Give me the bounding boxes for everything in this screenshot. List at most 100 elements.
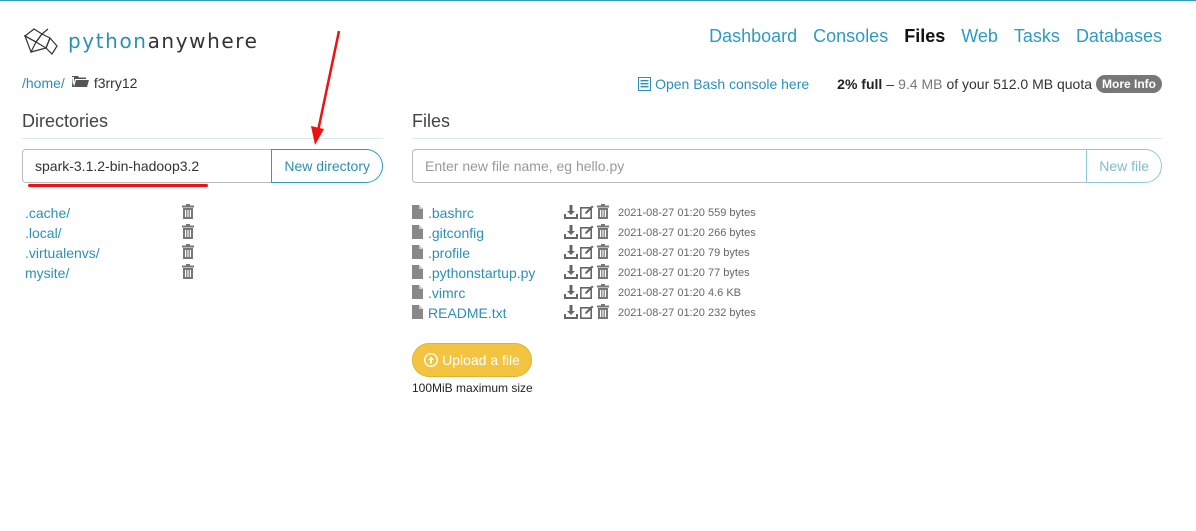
edit-icon[interactable] bbox=[580, 205, 594, 222]
file-link[interactable]: .profile bbox=[428, 245, 470, 261]
trash-icon[interactable] bbox=[181, 264, 195, 282]
file-actions bbox=[564, 304, 618, 322]
new-directory-button[interactable]: New directory bbox=[271, 149, 383, 183]
file-name-cell: .vimrc bbox=[412, 284, 564, 302]
nav-consoles[interactable]: Consoles bbox=[813, 26, 888, 47]
console-icon bbox=[638, 77, 652, 91]
file-size: 79 bytes bbox=[708, 247, 750, 259]
file-link[interactable]: .pythonstartup.py bbox=[428, 265, 535, 281]
table-row: .vimrc 2021-08-27 01:20 4.6 KB bbox=[412, 283, 832, 303]
quota-percent: 2% full bbox=[837, 76, 883, 92]
file-size: 232 bytes bbox=[708, 307, 756, 319]
nav-files[interactable]: Files bbox=[904, 26, 945, 47]
file-list: .bashrc 2021-08-27 01:20 559 bytes .gitconf… bbox=[412, 203, 832, 323]
upload-file-button[interactable]: Upload a file bbox=[412, 343, 532, 377]
file-icon bbox=[412, 204, 423, 222]
quota-used: 9.4 MB bbox=[898, 76, 943, 92]
edit-icon[interactable] bbox=[580, 265, 594, 282]
download-icon[interactable] bbox=[564, 264, 578, 282]
upload-icon bbox=[424, 353, 439, 367]
list-item: mysite/ bbox=[25, 263, 195, 283]
file-actions bbox=[564, 244, 618, 262]
nav-databases[interactable]: Databases bbox=[1076, 26, 1162, 47]
quota-total: of your 512.0 MB quota bbox=[946, 76, 1092, 92]
edit-icon[interactable] bbox=[580, 225, 594, 242]
trash-icon[interactable] bbox=[596, 264, 610, 282]
red-arrow-annotation bbox=[311, 30, 341, 145]
download-icon[interactable] bbox=[564, 284, 578, 302]
file-name-cell: .profile bbox=[412, 244, 564, 262]
file-date: 2021-08-27 01:20 bbox=[618, 227, 705, 239]
file-link[interactable]: .bashrc bbox=[428, 205, 474, 221]
trash-icon[interactable] bbox=[596, 244, 610, 262]
directory-link[interactable]: .local/ bbox=[25, 225, 62, 241]
file-name-input[interactable] bbox=[412, 149, 1087, 183]
directory-link[interactable]: .virtualenvs/ bbox=[25, 245, 100, 261]
bash-link-label: Open Bash console here bbox=[655, 76, 810, 92]
file-actions bbox=[564, 224, 618, 242]
file-date: 2021-08-27 01:20 bbox=[618, 207, 705, 219]
new-directory-form: New directory bbox=[22, 149, 383, 183]
new-file-form: New file bbox=[412, 149, 1162, 183]
file-icon bbox=[412, 284, 423, 302]
more-info-badge[interactable]: More Info bbox=[1096, 75, 1162, 93]
edit-icon[interactable] bbox=[580, 245, 594, 262]
trash-icon[interactable] bbox=[181, 204, 195, 222]
new-file-button[interactable]: New file bbox=[1086, 149, 1162, 183]
nav-dashboard[interactable]: Dashboard bbox=[709, 26, 797, 47]
list-item: .cache/ bbox=[25, 203, 195, 223]
file-name-cell: .pythonstartup.py bbox=[412, 264, 564, 282]
logo[interactable]: pythonanywhere bbox=[22, 26, 259, 56]
table-row: .profile 2021-08-27 01:20 79 bytes bbox=[412, 243, 832, 263]
directory-list: .cache/ .local/ .virtualenvs/ mysite/ bbox=[25, 203, 195, 283]
brand-name: pythonanywhere bbox=[68, 29, 259, 53]
trash-icon[interactable] bbox=[596, 224, 610, 242]
trash-icon[interactable] bbox=[181, 224, 195, 242]
file-actions bbox=[564, 284, 618, 302]
trash-icon[interactable] bbox=[596, 204, 610, 222]
edit-icon[interactable] bbox=[580, 285, 594, 302]
table-row: .bashrc 2021-08-27 01:20 559 bytes bbox=[412, 203, 832, 223]
file-link[interactable]: .gitconfig bbox=[428, 225, 484, 241]
main-nav: Dashboard Consoles Files Web Tasks Datab… bbox=[709, 26, 1162, 47]
file-name-cell: .gitconfig bbox=[412, 224, 564, 242]
download-icon[interactable] bbox=[564, 244, 578, 262]
trash-icon[interactable] bbox=[596, 304, 610, 322]
file-size: 266 bytes bbox=[708, 227, 756, 239]
file-link[interactable]: .vimrc bbox=[428, 285, 465, 301]
directory-name-input[interactable] bbox=[22, 149, 272, 183]
file-link[interactable]: README.txt bbox=[428, 305, 507, 321]
download-icon[interactable] bbox=[564, 304, 578, 322]
edit-icon[interactable] bbox=[580, 305, 594, 322]
file-icon bbox=[412, 244, 423, 262]
file-name-cell: README.txt bbox=[412, 304, 564, 322]
logo-icon bbox=[23, 28, 58, 55]
quota-dash: – bbox=[886, 76, 895, 92]
breadcrumb-current: f3rry12 bbox=[93, 75, 138, 91]
table-row: .gitconfig 2021-08-27 01:20 266 bytes bbox=[412, 223, 832, 243]
list-item: .virtualenvs/ bbox=[25, 243, 195, 263]
breadcrumb-home-link[interactable]: /home/ bbox=[22, 75, 65, 91]
file-name-cell: .bashrc bbox=[412, 204, 564, 222]
open-bash-console-link[interactable]: Open Bash console here bbox=[638, 76, 809, 92]
file-size: 559 bytes bbox=[708, 207, 756, 219]
file-date: 2021-08-27 01:20 bbox=[618, 287, 705, 299]
download-icon[interactable] bbox=[564, 224, 578, 242]
table-row: .pythonstartup.py 2021-08-27 01:20 77 byte… bbox=[412, 263, 832, 283]
nav-tasks[interactable]: Tasks bbox=[1014, 26, 1060, 47]
directory-link[interactable]: .cache/ bbox=[25, 205, 70, 221]
nav-web[interactable]: Web bbox=[961, 26, 998, 47]
upload-size-note: 100MiB maximum size bbox=[412, 381, 533, 395]
directory-link[interactable]: mysite/ bbox=[25, 265, 69, 281]
upload-label: Upload a file bbox=[442, 352, 520, 368]
file-icon bbox=[412, 304, 423, 322]
file-actions bbox=[564, 264, 618, 282]
file-actions bbox=[564, 204, 618, 222]
files-heading: Files bbox=[412, 111, 1162, 139]
file-icon bbox=[412, 224, 423, 242]
trash-icon[interactable] bbox=[596, 284, 610, 302]
download-icon[interactable] bbox=[564, 204, 578, 222]
trash-icon[interactable] bbox=[181, 244, 195, 262]
file-size: 77 bytes bbox=[708, 267, 750, 279]
file-size: 4.6 KB bbox=[708, 287, 742, 299]
